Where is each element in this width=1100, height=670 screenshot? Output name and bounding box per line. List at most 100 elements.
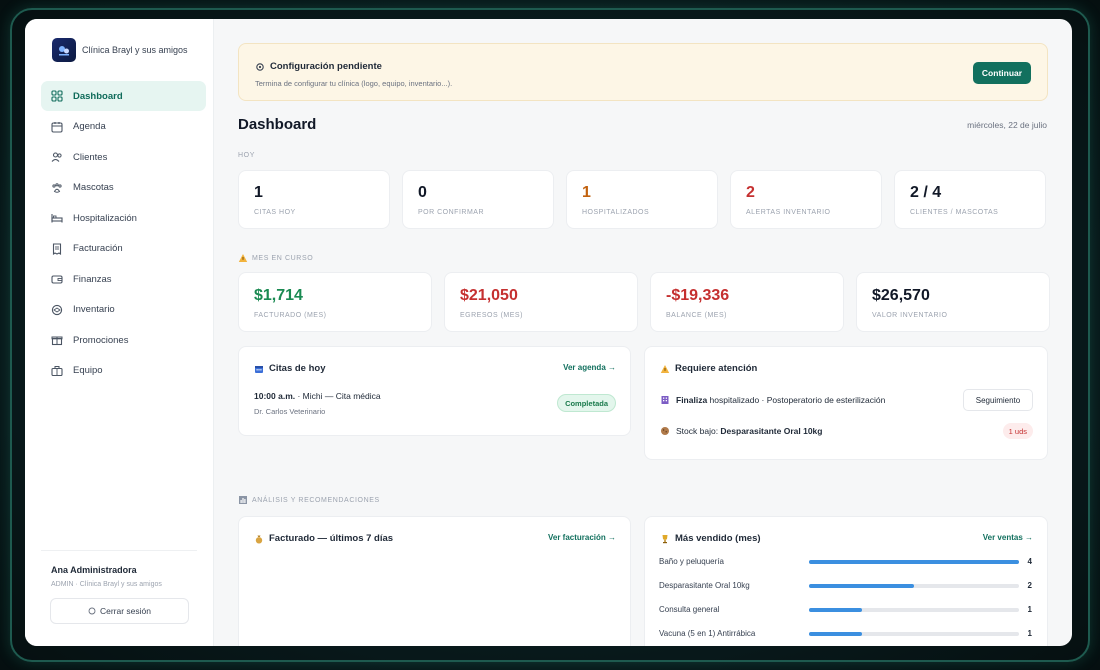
- sidebar-item-label: Promociones: [73, 334, 129, 346]
- view-billing-link[interactable]: Ver facturación →: [548, 533, 616, 542]
- sidebar-item-label: Hospitalización: [73, 212, 137, 224]
- clinic-logo-icon: [52, 38, 76, 62]
- sidebar-item-label: Inventario: [73, 304, 115, 315]
- product-name: Vacuna (5 en 1) Antirrábica: [659, 629, 756, 638]
- banner-title-text: Configuración pendiente: [270, 61, 382, 72]
- product-bar-fill: [809, 584, 914, 588]
- billing-chart-title: Facturado — últimos 7 días: [254, 533, 393, 544]
- stat-value: 1: [254, 184, 263, 201]
- top-sold-row: Desparasitante Oral 10kg 2: [659, 580, 1033, 594]
- product-name: Desparasitante Oral 10kg: [659, 581, 750, 590]
- sidebar-item-promociones[interactable]: Promociones: [41, 325, 206, 355]
- app-window: Clínica Brayl y sus amigos Dashboard Agen…: [25, 19, 1072, 646]
- warning-icon: [238, 253, 248, 263]
- appointment-doctor: Dr. Carlos Veterinario: [254, 407, 326, 416]
- circle-icon: [88, 607, 96, 615]
- top-sold-panel: Más vendido (mes) Ver ventas → Baño y pe…: [644, 516, 1048, 646]
- sidebar-item-mascotas[interactable]: Mascotas: [41, 173, 206, 203]
- receipt-icon: [51, 242, 63, 255]
- bed-icon: [51, 212, 63, 224]
- sidebar-item-finanzas[interactable]: Finanzas: [41, 264, 206, 294]
- appointment-time: 10:00 a.m.: [254, 391, 296, 401]
- today-label-text: HOY: [238, 152, 255, 159]
- sidebar-item-facturacion[interactable]: Facturación: [41, 234, 206, 264]
- stock-badge: 1 uds: [1002, 423, 1033, 439]
- attention-strong: Finaliza: [676, 395, 708, 405]
- sidebar-nav: Dashboard Agenda Clientes Mascotas Hospitali…: [41, 81, 206, 386]
- stat-label: CLIENTES / MASCOTAS: [910, 209, 999, 216]
- today-section-label: HOY: [238, 152, 255, 159]
- money-bag-icon: [254, 534, 264, 544]
- stat-card: 1 HOSPITALIZADOS: [566, 170, 718, 229]
- stock-product: Desparasitante Oral 10kg: [720, 426, 823, 436]
- stat-card: 1 CITAS HOY: [238, 170, 390, 229]
- product-bar-fill: [809, 632, 862, 636]
- sidebar-item-label: Mascotas: [73, 182, 114, 193]
- attention-panel: Requiere atención Finaliza hospitalizado…: [644, 346, 1048, 460]
- appointment-detail: · Michi — Cita médica: [295, 391, 381, 401]
- view-agenda-link[interactable]: Ver agenda →: [563, 363, 616, 372]
- stat-label: EGRESOS (MES): [460, 312, 523, 319]
- appointment-item[interactable]: 10:00 a.m. · Michi — Cita médica: [254, 391, 381, 401]
- product-bar-track: [809, 560, 1019, 564]
- sidebar-item-inventario[interactable]: Inventario: [41, 295, 206, 325]
- stat-value: $21,050: [460, 287, 518, 304]
- sidebar-item-label: Equipo: [73, 365, 103, 376]
- user-name: Ana Administradora: [51, 565, 137, 575]
- users-icon: [51, 151, 63, 163]
- sidebar-item-hospitalizacion[interactable]: Hospitalización: [41, 203, 206, 233]
- sidebar: Clínica Brayl y sus amigos Dashboard Agen…: [25, 19, 214, 646]
- logout-label: Cerrar sesión: [99, 606, 152, 616]
- product-count: 4: [1027, 557, 1032, 566]
- stat-value: 0: [418, 184, 427, 201]
- wallet-icon: [51, 273, 63, 285]
- stat-value: $26,570: [872, 287, 930, 304]
- user-role: ADMIN · Clínica Brayl y sus amigos: [51, 581, 162, 588]
- analysis-section-label: ANÁLISIS Y RECOMENDACIONES: [238, 495, 380, 505]
- setup-banner: Configuración pendiente Termina de confi…: [238, 43, 1048, 101]
- top-sold-row: Consulta general 1: [659, 604, 1033, 618]
- gear-icon: [255, 62, 265, 72]
- page-title: Dashboard: [238, 116, 317, 133]
- view-sales-link[interactable]: Ver ventas →: [983, 533, 1033, 542]
- follow-up-button[interactable]: Seguimiento: [963, 389, 1033, 411]
- month-stat-card: $26,570 VALOR INVENTARIO: [856, 272, 1050, 332]
- stat-value: 1: [582, 184, 591, 201]
- appointments-title-text: Citas de hoy: [269, 363, 326, 374]
- sidebar-item-label: Dashboard: [73, 90, 123, 102]
- stat-card: 0 POR CONFIRMAR: [402, 170, 554, 229]
- month-stat-card: -$19,336 BALANCE (MES): [650, 272, 844, 332]
- appointments-panel: Citas de hoy Ver agenda → 10:00 a.m. · M…: [238, 346, 631, 436]
- product-bar-track: [809, 608, 1019, 612]
- product-bar-fill: [809, 560, 1019, 564]
- stat-label: FACTURADO (MES): [254, 312, 327, 319]
- attention-title: Requiere atención: [660, 363, 757, 374]
- product-bar-fill: [809, 608, 862, 612]
- calendar-icon: [254, 364, 264, 374]
- brand[interactable]: Clínica Brayl y sus amigos: [52, 38, 188, 62]
- stat-card: 2 ALERTAS INVENTARIO: [730, 170, 882, 229]
- attention-item-hospital: Finaliza hospitalizado · Postoperatorio …: [660, 395, 885, 405]
- sidebar-item-equipo[interactable]: Equipo: [41, 356, 206, 386]
- page-date: miércoles, 22 de julio: [967, 120, 1047, 130]
- stat-value: 2 / 4: [910, 184, 942, 201]
- continue-button[interactable]: Continuar: [973, 62, 1031, 84]
- billing-chart-panel: Facturado — últimos 7 días Ver facturaci…: [238, 516, 631, 646]
- sidebar-item-clientes[interactable]: Clientes: [41, 142, 206, 172]
- main-content: Configuración pendiente Termina de confi…: [214, 19, 1072, 646]
- top-sold-row: Vacuna (5 en 1) Antirrábica 1: [659, 628, 1033, 642]
- billing-chart-title-text: Facturado — últimos 7 días: [269, 533, 394, 544]
- month-label-text: MES EN CURSO: [252, 254, 314, 262]
- month-stat-card: $1,714 FACTURADO (MES): [238, 272, 432, 332]
- logout-button[interactable]: Cerrar sesión: [50, 598, 189, 624]
- stat-label: BALANCE (MES): [666, 312, 727, 319]
- analysis-label-text: ANÁLISIS Y RECOMENDACIONES: [252, 496, 380, 504]
- stock-prefix: Stock bajo:: [676, 426, 721, 436]
- product-name: Baño y peluquería: [659, 557, 724, 566]
- stat-card: 2 / 4 CLIENTES / MASCOTAS: [894, 170, 1046, 229]
- appointments-title: Citas de hoy: [254, 363, 326, 374]
- stat-value: -$19,336: [666, 287, 730, 304]
- sidebar-item-dashboard[interactable]: Dashboard: [41, 81, 206, 111]
- stat-label: POR CONFIRMAR: [418, 209, 484, 216]
- sidebar-item-agenda[interactable]: Agenda: [41, 112, 206, 142]
